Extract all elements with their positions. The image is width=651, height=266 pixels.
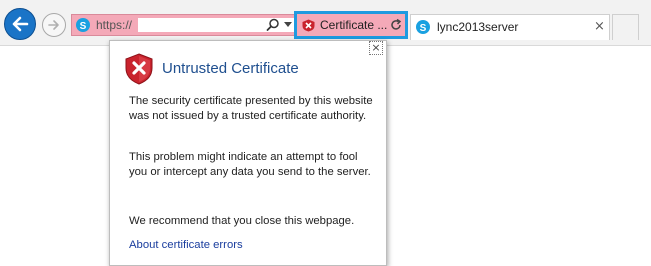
about-certificate-errors-link[interactable]: About certificate errors (129, 239, 243, 251)
tab-title: lync2013server (437, 20, 519, 34)
skype-icon: S (76, 18, 90, 32)
svg-text:S: S (80, 21, 87, 32)
tab-lync2013server[interactable]: S lync2013server × (410, 14, 610, 40)
certificate-error-label: Certificate ... (320, 18, 388, 32)
forward-arrow-icon (48, 20, 59, 30)
untrusted-certificate-popup: × Untrusted Certificate The security cer… (109, 40, 387, 266)
chevron-down-icon[interactable] (284, 22, 292, 27)
popup-message-2: This problem might indicate an attempt t… (129, 151, 371, 178)
popup-title: Untrusted Certificate (162, 60, 299, 77)
shield-error-icon (125, 53, 153, 85)
popup-message-1: The security certificate presented by th… (129, 95, 373, 122)
svg-text:S: S (420, 23, 427, 34)
certificate-error-button[interactable]: Certificate ... (294, 11, 408, 39)
close-icon[interactable]: × (369, 41, 383, 55)
back-arrow-icon (12, 16, 29, 32)
certificate-error-icon (302, 19, 315, 32)
redacted-url (138, 18, 320, 32)
back-button[interactable] (4, 8, 36, 40)
address-bar[interactable]: S https:// (71, 14, 320, 36)
close-icon[interactable]: × (594, 19, 605, 34)
url-text: https:// (96, 18, 133, 32)
refresh-icon[interactable] (389, 18, 403, 32)
popup-recommendation: We recommend that you close this webpage… (129, 215, 355, 227)
skype-icon: S (416, 20, 430, 34)
forward-button[interactable] (42, 13, 66, 37)
new-tab-button[interactable] (612, 14, 639, 40)
search-icon[interactable] (266, 18, 280, 32)
